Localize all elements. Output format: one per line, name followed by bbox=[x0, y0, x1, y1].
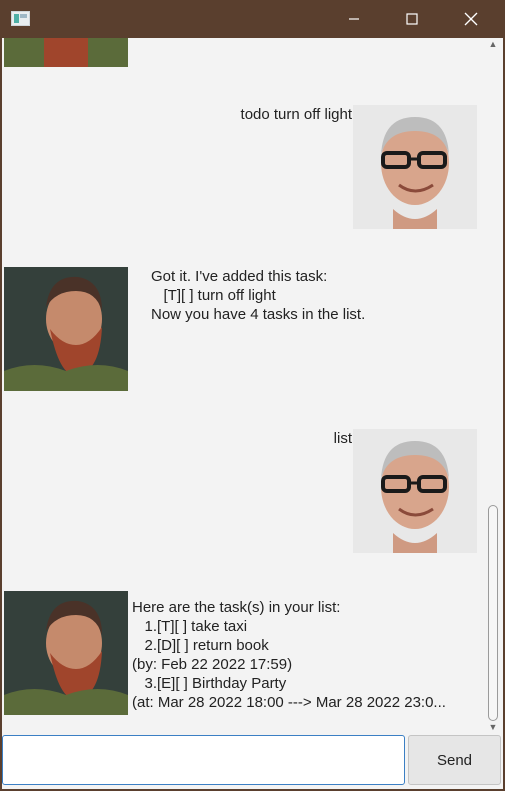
user-avatar bbox=[353, 105, 477, 229]
duke-message: Got it. I've added this task: [T][ ] tur… bbox=[151, 268, 366, 323]
duke-message: Here are the task(s) in your list: 1.[T]… bbox=[132, 599, 446, 711]
vertical-scrollbar[interactable]: ▲ ▼ bbox=[485, 38, 501, 733]
close-icon[interactable] bbox=[448, 0, 494, 38]
main-window: todo turn off light Got it. I've added t… bbox=[2, 38, 503, 789]
duke-avatar bbox=[4, 267, 128, 391]
duke-avatar bbox=[4, 591, 128, 715]
maximize-icon[interactable] bbox=[389, 0, 435, 38]
title-bar bbox=[0, 0, 505, 38]
scroll-thumb[interactable] bbox=[488, 505, 498, 721]
user-message: list bbox=[333, 430, 352, 447]
user-avatar bbox=[353, 429, 477, 553]
duke-avatar bbox=[4, 38, 128, 67]
scroll-down-icon[interactable]: ▼ bbox=[487, 721, 499, 733]
scroll-up-icon[interactable]: ▲ bbox=[487, 38, 499, 50]
app-icon bbox=[11, 11, 30, 26]
minimize-icon[interactable] bbox=[331, 0, 377, 38]
user-message: todo turn off light bbox=[240, 106, 352, 123]
message-input[interactable] bbox=[2, 735, 405, 785]
send-button[interactable]: Send bbox=[408, 735, 501, 785]
dialog-container[interactable]: todo turn off light Got it. I've added t… bbox=[2, 38, 485, 733]
